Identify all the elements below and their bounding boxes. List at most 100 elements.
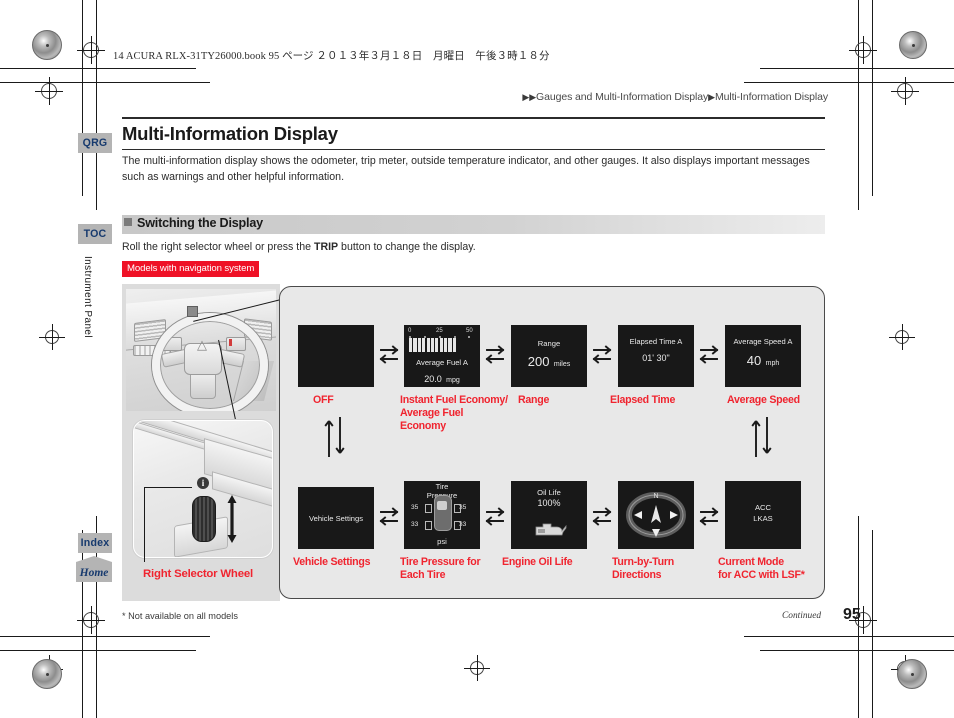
instruction-trip-keyword: TRIP (313, 241, 339, 253)
fuel-economy-title: Average Fuel A (416, 358, 468, 367)
crop-line (96, 0, 97, 210)
section-heading-text: Switching the Display (137, 216, 263, 230)
screen-range[interactable]: Range 200 miles (511, 325, 587, 387)
label-engine-oil-life: Engine Oil Life (502, 556, 573, 568)
registration-target (77, 36, 105, 64)
sidebar-chapter-label: Instrument Panel (82, 256, 93, 338)
crop-line (82, 0, 83, 196)
crop-line (744, 636, 954, 637)
label-acc-lkas: Current Mode for ACC with LSF* (718, 556, 805, 581)
continued-label: Continued (782, 611, 822, 621)
car-windshield (437, 501, 447, 510)
average-speed-readout: 40 mph (725, 352, 801, 370)
crop-line (760, 68, 954, 69)
exchange-arrow-icon (378, 506, 400, 528)
tire-pressure-front-left: 35 (411, 504, 419, 511)
instruction-pre: Roll the right selector wheel or press t… (122, 241, 314, 253)
screen-off[interactable] (298, 325, 374, 387)
scroll-direction-arrow-icon (226, 491, 238, 547)
breadcrumb-item-mid[interactable]: Multi-Information Display (715, 91, 828, 103)
instruction-post: button to change the display. (338, 241, 476, 253)
right-selector-wheel[interactable] (192, 496, 216, 542)
elapsed-time-title: Elapsed Time A (629, 337, 683, 346)
registration-target (464, 655, 490, 681)
screen-acc-lkas[interactable]: ACC LKAS (725, 481, 801, 549)
exchange-arrow-icon (698, 506, 720, 528)
crop-line (858, 0, 859, 210)
wrap-arrow-left-icon (323, 415, 347, 459)
svg-text:N: N (653, 493, 658, 500)
elapsed-time-value: 01' 30" (642, 353, 670, 363)
tire-pressure-rear-left: 33 (411, 521, 419, 528)
fuel-economy-value: 20.0 (424, 374, 442, 384)
car-top-view-icon (434, 495, 452, 531)
tire-pressure-title-1: Tire (435, 482, 449, 491)
label-tire-pressure: Tire Pressure for Each Tire (400, 556, 481, 581)
oil-life-title: Oil Life (537, 488, 561, 497)
selector-wheel-inset: i (133, 420, 273, 558)
wrap-arrow-right-icon (750, 415, 774, 459)
range-value: 200 (527, 354, 550, 369)
scale-tick-50: 50 (466, 328, 473, 334)
section-heading: Switching the Display (124, 216, 263, 230)
screen-off-blank (298, 325, 374, 387)
breadcrumb-marker-double-icon: ▶▶ (522, 92, 537, 102)
screen-tire-pressure[interactable]: Tire Pressure 35 35 33 33 psi (404, 481, 480, 549)
info-icon: i (197, 477, 209, 489)
range-readout: 200 miles (511, 353, 587, 371)
screen-engine-oil-life[interactable]: Oil Life 100% (511, 481, 587, 549)
range-unit: miles (553, 361, 571, 368)
callout-line-selector (144, 487, 192, 489)
crop-line (872, 0, 873, 196)
registration-target (889, 324, 915, 350)
registration-target (891, 77, 919, 105)
sidebar-item-toc[interactable]: TOC (78, 224, 112, 244)
fuel-economy-bars (409, 338, 456, 352)
crop-line (0, 82, 210, 83)
screen-average-speed[interactable]: Average Speed A 40 mph (725, 325, 801, 387)
breadcrumb-item-gauges[interactable]: Gauges and Multi-Information Display (536, 91, 708, 103)
crop-line (0, 650, 196, 651)
figure-left-panel: △ i Right Selector Wheel (122, 284, 281, 601)
registration-target (77, 606, 105, 634)
acc-line-2: LKAS (753, 514, 773, 523)
fuel-economy-readout: 20.0 mpg (404, 369, 480, 387)
exchange-arrow-icon (484, 506, 506, 528)
status-badge: Models with navigation system (122, 261, 260, 277)
acc-line-1: ACC (754, 503, 772, 512)
exchange-arrow-icon (591, 506, 613, 528)
vehicle-settings-title: Vehicle Settings (308, 514, 364, 523)
label-fuel-economy: Instant Fuel Economy/ Average Fuel Econo… (400, 394, 508, 432)
figure-flow-panel: OFF 0 25 50 Average Fuel A 20.0 mpg Inst… (279, 286, 825, 599)
sidebar-item-qrg[interactable]: QRG (78, 133, 112, 153)
trip-button-icon (187, 306, 198, 317)
page-title: Multi-Information Display (122, 123, 338, 144)
oil-life-value: 100% (537, 498, 561, 508)
average-speed-unit: mph (765, 360, 780, 367)
sidebar-item-index[interactable]: Index (78, 533, 112, 553)
exchange-arrow-icon (484, 344, 506, 366)
sidebar-item-home[interactable]: Home (76, 556, 112, 582)
registration-target (35, 77, 63, 105)
oil-can-icon (533, 519, 567, 536)
crop-line (744, 82, 954, 83)
screen-turn-by-turn[interactable]: N (618, 481, 694, 549)
compass-icon: N (626, 489, 686, 539)
callout-line-selector-v (144, 487, 146, 562)
breadcrumb-marker-icon: ▶ (708, 92, 715, 102)
figure-switching-the-display: △ i Right Selector Wheel OFF 0 25 50 Ave… (122, 284, 825, 601)
screen-vehicle-settings[interactable]: Vehicle Settings (298, 487, 374, 549)
range-title: Range (537, 339, 561, 348)
exchange-arrow-icon (378, 344, 400, 366)
instruction-line: Roll the right selector wheel or press t… (122, 241, 476, 253)
average-speed-title: Average Speed A (733, 337, 793, 346)
fuel-economy-unit: mpg (446, 377, 460, 384)
label-turn-by-turn: Turn-by-Turn Directions (612, 556, 674, 581)
crop-line (0, 68, 196, 69)
screen-elapsed-time[interactable]: Elapsed Time A 01' 30" (618, 325, 694, 387)
registration-target (849, 36, 877, 64)
square-bullet-icon (124, 218, 132, 226)
screen-fuel-economy[interactable]: 0 25 50 Average Fuel A 20.0 mpg (404, 325, 480, 387)
breadcrumb: ▶▶Gauges and Multi-Information Display▶M… (522, 91, 828, 103)
average-speed-value: 40 (746, 353, 762, 368)
